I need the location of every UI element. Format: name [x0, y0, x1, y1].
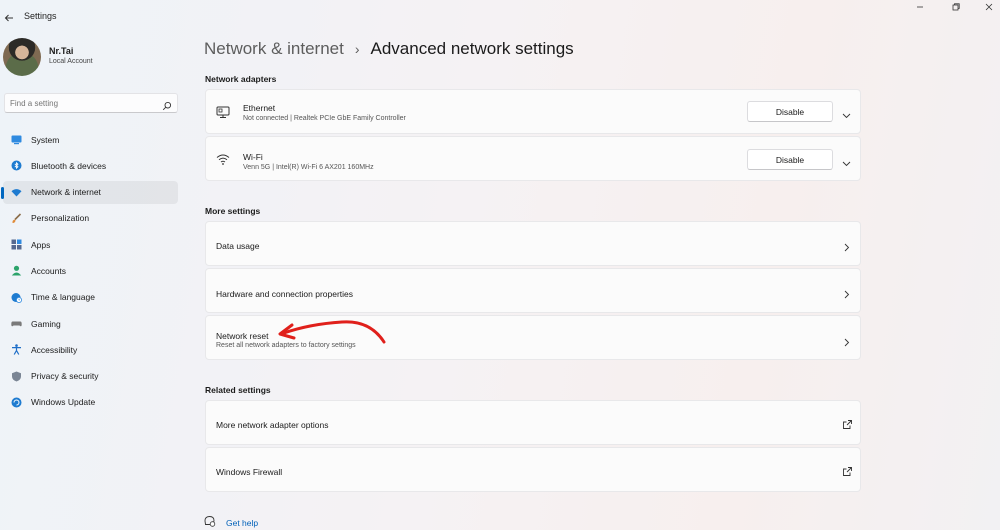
adapter-detail: Venn 5G | Intel(R) Wi-Fi 6 AX201 160MHz [243, 164, 374, 171]
user-name: Nr.Tai [49, 46, 74, 56]
sidebar-item-label: Privacy & security [31, 371, 99, 382]
external-link-icon [842, 417, 853, 429]
sidebar-item-label: Time & language [31, 292, 95, 303]
sidebar-item-accessibility[interactable]: Accessibility [3, 338, 178, 361]
breadcrumb: Network & internet › Advanced network se… [204, 37, 574, 61]
section-title-network-adapters: Network adapters [205, 74, 277, 84]
adapter-card-wifi: Wi-Fi Venn 5G | Intel(R) Wi-Fi 6 AX201 1… [205, 136, 861, 181]
sidebar-item-label: System [31, 134, 60, 145]
sidebar-item-personalization[interactable]: Personalization [3, 207, 178, 230]
hardware-properties-row[interactable]: Hardware and connection properties [205, 268, 861, 313]
accessibility-icon [11, 344, 22, 356]
more-adapter-options-row[interactable]: More network adapter options [205, 400, 861, 445]
sidebar-item-bluetooth[interactable]: Bluetooth & devices [3, 154, 178, 177]
sidebar-item-label: Windows Update [31, 397, 96, 408]
sidebar-item-label: Accessibility [31, 344, 78, 355]
system-icon [11, 134, 22, 145]
breadcrumb-parent[interactable]: Network & internet [204, 39, 344, 59]
help-icon [204, 514, 216, 530]
back-arrow-icon[interactable] [4, 10, 18, 24]
row-label: Data usage [216, 241, 260, 251]
account-type: Local Account [49, 58, 93, 65]
minimize-button[interactable] [910, 2, 930, 16]
chevron-down-icon[interactable] [842, 155, 851, 167]
sidebar-item-network[interactable]: Network & internet [1, 180, 178, 204]
adapter-card-ethernet: Ethernet Not connected | Realtek PCIe Gb… [205, 89, 861, 134]
chevron-down-icon[interactable] [842, 107, 851, 119]
chevron-right-icon [842, 239, 851, 252]
sidebar-item-apps[interactable]: Apps [3, 233, 178, 256]
disable-wifi-button[interactable]: Disable [747, 149, 833, 170]
row-label: Windows Firewall [216, 467, 283, 477]
shield-icon [11, 371, 22, 382]
gamepad-icon [11, 318, 22, 329]
section-title-related-settings: Related settings [205, 385, 271, 395]
row-label: More network adapter options [216, 420, 329, 430]
row-label: Network reset [216, 331, 269, 341]
data-usage-row[interactable]: Data usage [205, 221, 861, 266]
restore-button[interactable] [946, 2, 966, 16]
chevron-right-icon [842, 286, 851, 299]
page-title: Advanced network settings [370, 39, 574, 58]
sidebar-item-label: Bluetooth & devices [31, 160, 107, 171]
bluetooth-icon [11, 160, 22, 171]
external-link-icon [842, 464, 853, 476]
app-title: Settings [24, 11, 57, 21]
wifi-icon [216, 152, 230, 166]
get-help-link[interactable]: Get help [204, 514, 258, 530]
sidebar-item-privacy-security[interactable]: Privacy & security [3, 365, 178, 388]
chevron-right-icon [842, 334, 851, 347]
search-input[interactable] [4, 93, 178, 113]
disable-ethernet-button[interactable]: Disable [747, 101, 833, 122]
section-title-more-settings: More settings [205, 206, 261, 216]
globe-clock-icon [11, 292, 22, 303]
adapter-name: Wi-Fi [243, 152, 263, 162]
sidebar-nav: System Bluetooth & devices Network & int… [0, 128, 180, 417]
title-bar: Settings [0, 0, 1000, 32]
person-icon [11, 265, 22, 276]
row-label: Hardware and connection properties [216, 289, 354, 299]
sidebar-item-windows-update[interactable]: Windows Update [3, 391, 178, 414]
wifi-icon [11, 187, 22, 198]
sidebar-item-label: Gaming [31, 318, 61, 329]
annotation-arrow [278, 320, 386, 344]
sidebar-item-accounts[interactable]: Accounts [3, 259, 178, 282]
sidebar-item-system[interactable]: System [3, 128, 178, 151]
apps-icon [11, 239, 22, 250]
windows-firewall-row[interactable]: Windows Firewall [205, 447, 861, 492]
search-icon[interactable] [162, 98, 172, 111]
sidebar-item-time-language[interactable]: Time & language [3, 286, 178, 309]
avatar[interactable] [3, 38, 41, 76]
sidebar-item-label: Accounts [31, 265, 66, 276]
sidebar-item-gaming[interactable]: Gaming [3, 312, 178, 335]
close-button[interactable] [979, 2, 999, 16]
sidebar-item-label: Personalization [31, 213, 90, 224]
adapter-name: Ethernet [243, 103, 276, 113]
brush-icon [11, 213, 22, 224]
ethernet-icon [216, 105, 230, 119]
adapter-detail: Not connected | Realtek PCIe GbE Family … [243, 115, 406, 122]
update-icon [11, 397, 22, 408]
get-help-label[interactable]: Get help [226, 518, 258, 528]
sidebar-item-label: Network & internet [31, 187, 101, 198]
sidebar-item-label: Apps [31, 239, 51, 250]
breadcrumb-separator: › [354, 41, 360, 57]
